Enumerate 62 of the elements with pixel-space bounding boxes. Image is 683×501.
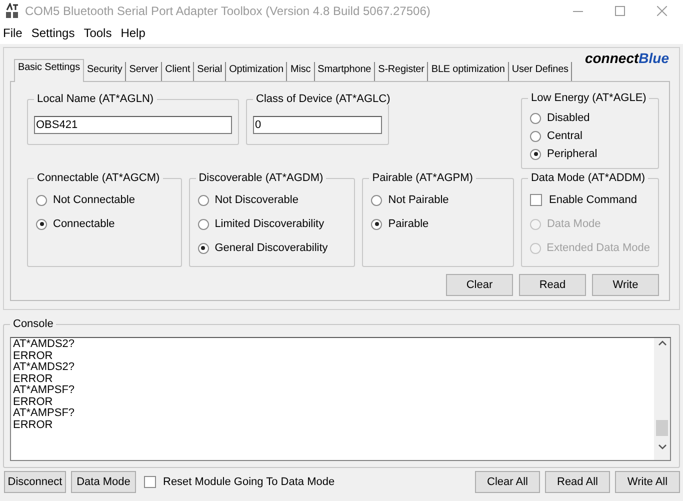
bottom-button[interactable]: Clear All [475, 471, 540, 493]
console-line: AT*AMPSF? [13, 408, 75, 420]
checkbox[interactable]: Reset Module Going To Data Mode [144, 475, 335, 489]
bottom-button[interactable]: Write All [615, 471, 680, 493]
text-field[interactable]: 0 [253, 116, 382, 134]
console-line: ERROR [13, 396, 53, 408]
group-title: Discoverable (AT*AGDM) [196, 172, 326, 184]
tab[interactable]: Basic Settings [14, 59, 84, 82]
maximize-icon[interactable] [615, 6, 625, 16]
menu-item[interactable]: File [0, 26, 28, 40]
close-icon[interactable] [657, 6, 667, 16]
radio-button[interactable]: Limited Discoverability [198, 217, 346, 231]
panel-button[interactable]: Read [519, 274, 586, 296]
tab[interactable]: User Defines [508, 62, 572, 81]
menu-item[interactable]: Help [118, 26, 152, 40]
tab[interactable]: Serial [194, 62, 226, 81]
radio-button[interactable]: General Discoverability [198, 241, 346, 255]
tab[interactable]: Security [84, 62, 126, 81]
tab[interactable]: Optimization [226, 62, 288, 81]
tab[interactable]: Server [126, 62, 162, 81]
checkbox[interactable]: Enable Command [530, 193, 650, 207]
console-line: AT*AMDS2? [13, 339, 75, 350]
group-title: Low Energy (AT*AGLE) [528, 92, 650, 104]
console-line: ERROR [13, 420, 53, 431]
group-title: Pairable (AT*AGPM) [369, 172, 476, 184]
group-title: Local Name (AT*AGLN) [34, 93, 157, 105]
app-icon [4, 3, 20, 19]
radio-button[interactable]: Disabled [530, 111, 650, 125]
tab[interactable]: Client [162, 62, 194, 81]
radio-button[interactable]: Pairable [371, 217, 505, 231]
tab[interactable]: S-Register [375, 62, 428, 81]
panel-button[interactable]: Clear [446, 274, 513, 296]
panel-button[interactable]: Write [592, 274, 659, 296]
group-title: Data Mode (AT*ADDM) [528, 172, 648, 184]
menu-item[interactable]: Settings [28, 26, 81, 40]
radio-button[interactable]: Not Connectable [36, 193, 173, 207]
window-title: COM5 Bluetooth Serial Port Adapter Toolbox (Version 4.8 Build 5067.27506) [25, 4, 430, 18]
bottom-button[interactable]: Read All [545, 471, 610, 493]
scroll-thumb[interactable] [656, 420, 668, 436]
radio-button[interactable]: Peripheral [530, 147, 650, 161]
console-line: AT*AMDS2? [13, 362, 75, 374]
text-field[interactable]: OBS421 [34, 116, 232, 134]
scroll-down-icon[interactable] [658, 444, 666, 450]
tab[interactable]: Misc [287, 62, 315, 81]
console-output[interactable]: AT*AMDS2? ERROR AT*AMDS2? ERROR AT*AMPSF? ERROR AT*AMPSF? ERROR [10, 337, 671, 461]
radio-button[interactable]: Not Discoverable [198, 193, 346, 207]
tab[interactable]: BLE optimization [428, 62, 509, 81]
group-title: Console [10, 318, 56, 330]
bottom-button[interactable]: Disconnect [4, 471, 66, 493]
console-line: AT*AMPSF? [13, 385, 75, 396]
menu-item[interactable]: Tools [80, 26, 118, 40]
bottom-button[interactable]: Data Mode [71, 471, 136, 493]
tab[interactable]: Smartphone [314, 62, 376, 81]
brand-logo: connectBlue [584, 50, 669, 66]
radio-button[interactable]: Not Pairable [371, 193, 505, 207]
radio-button[interactable]: Central [530, 129, 650, 143]
console-line: ERROR [13, 374, 53, 385]
console-line: ERROR [13, 350, 53, 362]
group-title: Connectable (AT*AGCM) [34, 172, 163, 184]
scrollbar[interactable] [654, 338, 670, 460]
scroll-up-icon[interactable] [658, 340, 666, 346]
radio-button[interactable]: Connectable [36, 217, 173, 231]
